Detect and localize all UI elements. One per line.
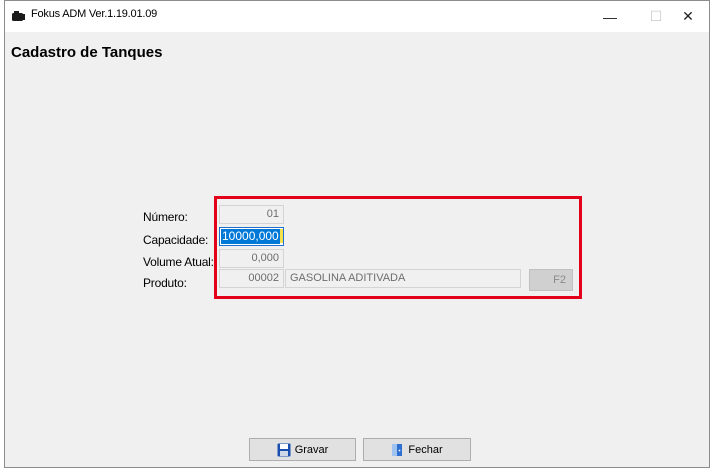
floppy-disk-icon — [277, 443, 291, 456]
fechar-button[interactable]: Fechar — [363, 438, 471, 461]
minimize-button[interactable]: — — [587, 1, 633, 32]
window-title: Fokus ADM Ver.1.19.01.09 — [31, 8, 158, 20]
app-icon — [12, 11, 25, 21]
numero-label: Número: — [143, 210, 188, 224]
capacidade-field[interactable]: 10000,000 — [219, 227, 284, 246]
text-cursor — [279, 229, 283, 243]
close-button[interactable]: ✕ — [665, 1, 711, 32]
page-title: Cadastro de Tanques — [11, 44, 163, 61]
numero-field[interactable]: 01 — [219, 205, 284, 224]
volume-atual-label: Volume Atual: — [143, 255, 214, 269]
volume-atual-field[interactable]: 0,000 — [219, 249, 284, 268]
produto-name-field[interactable]: GASOLINA ADITIVADA — [285, 269, 521, 288]
produto-lookup-button[interactable]: F2 — [529, 269, 573, 291]
door-exit-icon — [392, 443, 403, 456]
app-window: Fokus ADM Ver.1.19.01.09 — ☐ ✕ Cadastro … — [4, 0, 710, 468]
title-bar[interactable]: Fokus ADM Ver.1.19.01.09 — ☐ ✕ — [5, 1, 709, 32]
produto-label: Produto: — [143, 276, 187, 290]
gravar-button[interactable]: Gravar — [249, 438, 356, 461]
produto-code-field[interactable]: 00002 — [219, 269, 284, 288]
capacidade-value: 10000,000 — [221, 229, 280, 244]
gravar-label: Gravar — [294, 443, 329, 456]
fechar-label: Fechar — [408, 443, 443, 456]
capacidade-label: Capacidade: — [143, 233, 209, 247]
